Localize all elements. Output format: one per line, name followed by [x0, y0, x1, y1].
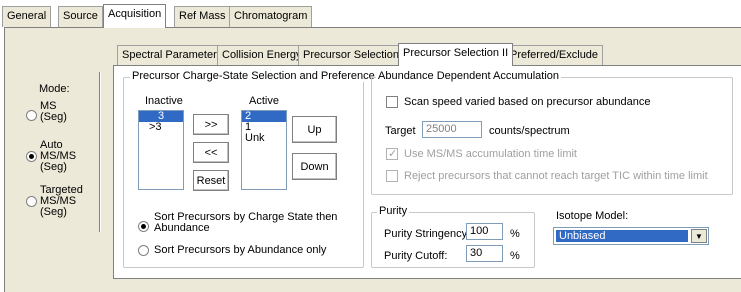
tab-label: Precursor Selection II: [403, 47, 509, 59]
mode-targeted-msms-radio[interactable]: [26, 196, 37, 207]
chevron-down-icon[interactable]: ▼: [691, 229, 707, 243]
tab-general[interactable]: General: [2, 6, 52, 27]
scan-speed-label[interactable]: Scan speed varied based on precursor abu…: [404, 96, 650, 108]
move-up-button[interactable]: Up: [292, 116, 337, 143]
mode-targeted-msms-label[interactable]: Targeted MS/MS (Seg): [40, 185, 83, 218]
use-time-limit-checkbox[interactable]: [386, 147, 398, 160]
sort-by-abundance-label[interactable]: Sort Precursors by Abundance only: [154, 244, 326, 256]
inactive-charge-list[interactable]: 3 >3: [138, 110, 184, 190]
purity-group-title: Purity: [377, 205, 410, 217]
mode-auto-msms-label[interactable]: Auto MS/MS (Seg): [40, 140, 76, 173]
charge-state-group-title: Precursor Charge-State Selection and Pre…: [130, 70, 377, 82]
target-unit-label: counts/spectrum: [489, 125, 570, 137]
target-counts-input[interactable]: 25000: [422, 121, 482, 138]
purity-stringency-input[interactable]: 100: [466, 223, 503, 240]
tab-label: Spectral Parameters: [122, 49, 223, 61]
tab-label: Source: [63, 10, 98, 22]
inactive-label: Inactive: [145, 95, 183, 107]
scan-speed-checkbox[interactable]: [386, 96, 398, 108]
purity-stringency-percent: %: [510, 228, 520, 240]
active-charge-list[interactable]: 2 1 Unk: [241, 110, 287, 190]
reject-precursors-checkbox[interactable]: [386, 170, 398, 182]
tab-ref-mass[interactable]: Ref Mass: [174, 6, 231, 27]
use-time-limit-label[interactable]: Use MS/MS accumulation time limit: [404, 148, 577, 160]
tab-label: Precursor Selection I: [303, 49, 406, 61]
purity-cutoff-label: Purity Cutoff:: [384, 250, 448, 262]
mode-label: Mode:: [39, 83, 70, 95]
remove-from-active-button[interactable]: <<: [193, 142, 229, 163]
tab-label: Collision Energy: [222, 49, 302, 61]
tab-precursor-selection-2[interactable]: Precursor Selection II: [398, 43, 514, 66]
isotope-model-value: Unbiased: [556, 230, 688, 242]
purity-cutoff-input[interactable]: 30: [466, 245, 503, 262]
mode-ms-radio[interactable]: [26, 110, 37, 121]
target-label: Target: [385, 125, 416, 137]
mode-separator: [99, 72, 101, 232]
isotope-model-select[interactable]: Unbiased ▼: [553, 227, 709, 245]
tab-source[interactable]: Source: [58, 6, 103, 27]
move-down-button[interactable]: Down: [292, 153, 337, 180]
reset-button[interactable]: Reset: [193, 170, 229, 191]
purity-cutoff-percent: %: [510, 250, 520, 262]
tab-preferred-exclude[interactable]: Preferred/Exclude: [505, 45, 604, 65]
tab-chromatogram[interactable]: Chromatogram: [229, 6, 313, 27]
sort-by-charge-radio[interactable]: [138, 221, 149, 232]
tab-label: Ref Mass: [179, 10, 226, 22]
tab-spectral-parameters[interactable]: Spectral Parameters: [117, 45, 228, 65]
acquisition-dialog: General Source Acquisition Ref Mass Chro…: [0, 0, 741, 292]
list-item[interactable]: Unk: [242, 133, 286, 144]
tab-precursor-selection-1[interactable]: Precursor Selection I: [298, 45, 411, 65]
sort-by-abundance-radio[interactable]: [138, 245, 149, 256]
tab-collision-energy[interactable]: Collision Energy: [217, 45, 307, 65]
isotope-model-label: Isotope Model:: [556, 210, 629, 222]
active-label: Active: [249, 95, 279, 107]
mode-auto-msms-radio[interactable]: [26, 151, 37, 162]
tab-label: Acquisition: [108, 8, 162, 20]
list-item[interactable]: >3: [139, 122, 183, 133]
tab-label: Preferred/Exclude: [510, 49, 599, 61]
reject-precursors-label[interactable]: Reject precursors that cannot reach targ…: [404, 170, 708, 182]
tab-label: General: [7, 10, 47, 22]
tab-acquisition[interactable]: Acquisition: [103, 4, 167, 28]
sort-by-charge-label[interactable]: Sort Precursors by Charge State then Abu…: [154, 212, 337, 234]
purity-stringency-label: Purity Stringency:: [384, 228, 471, 240]
abundance-group-title: Abundance Dependent Accumulation: [376, 70, 562, 82]
mode-ms-label[interactable]: MS (Seg): [40, 101, 67, 123]
tab-label: Chromatogram: [234, 10, 308, 22]
add-to-active-button[interactable]: >>: [193, 114, 229, 135]
